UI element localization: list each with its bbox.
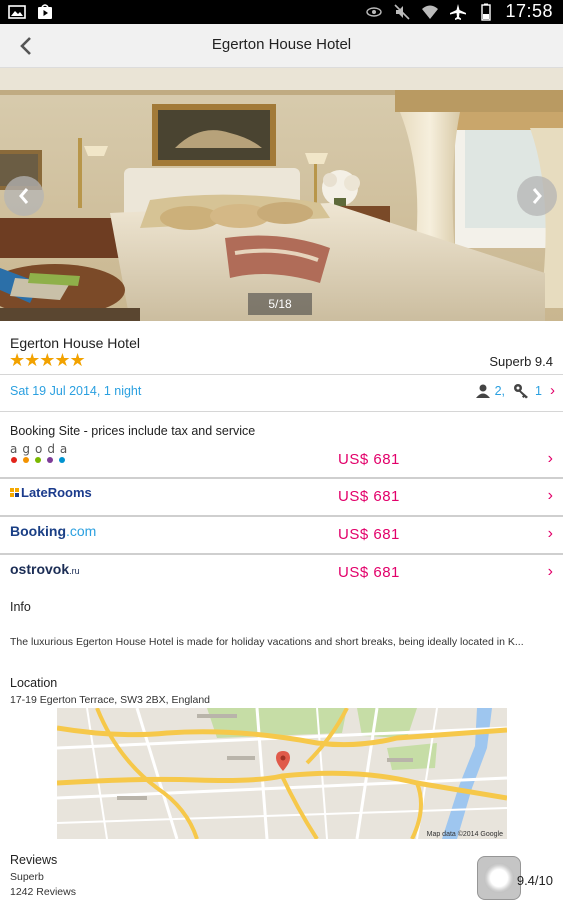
airplane-icon — [450, 3, 467, 20]
review-score: 9.4/10 — [516, 873, 553, 888]
date-text: Sat 19 Jul 2014, 1 night — [10, 384, 142, 398]
ostrovok-wordmark-suffix: .ru — [69, 566, 80, 576]
battery-icon — [481, 3, 492, 21]
price: US$ 681 — [338, 488, 400, 505]
rating-text: Superb 9.4 — [489, 354, 553, 369]
booking-com-logo: Booking.com — [10, 523, 96, 539]
agoda-wordmark: agoda — [10, 442, 73, 456]
photo-counter: 5/18 — [248, 293, 312, 315]
person-icon — [475, 384, 490, 398]
chevron-right-icon: › — [550, 382, 555, 399]
laterooms-wordmark: LateRooms — [21, 485, 92, 500]
map-image — [57, 708, 507, 839]
ostrovok-logo: ostrovok.ru — [10, 561, 80, 577]
price: US$ 681 — [338, 451, 400, 468]
home-circle-icon — [484, 863, 514, 893]
chevron-right-icon: › — [547, 563, 553, 580]
review-count: 1242 Reviews — [10, 886, 76, 898]
info-text: The luxurious Egerton House Hotel is mad… — [10, 636, 524, 648]
agoda-dot — [11, 457, 17, 463]
booking-wordmark: Booking — [10, 523, 66, 539]
page-title: Egerton House Hotel — [211, 36, 352, 53]
action-bar: Egerton House Hotel — [0, 24, 563, 68]
room-count: 1 — [535, 383, 542, 398]
search-details-row[interactable]: Sat 19 Jul 2014, 1 night 2, 1 › — [0, 376, 563, 410]
hotel-name: Egerton House Hotel — [10, 335, 140, 351]
booking-header: Booking Site - prices include tax and se… — [10, 424, 256, 438]
agoda-dots — [11, 457, 72, 463]
price: US$ 681 — [338, 526, 400, 543]
chevron-right-icon — [532, 188, 542, 204]
agoda-dot — [23, 457, 29, 463]
star-rating: ★★★★★ — [9, 350, 86, 370]
divider — [0, 374, 563, 375]
assistive-touch-button[interactable] — [477, 856, 521, 900]
laterooms-mark-icon — [10, 488, 19, 497]
status-bar: 17:58 — [0, 0, 563, 24]
play-store-icon — [38, 4, 52, 19]
guest-count: 2, — [494, 383, 506, 398]
location-map[interactable]: Map data ©2014 Google — [57, 708, 507, 839]
price: US$ 681 — [338, 564, 400, 581]
agoda-dot — [47, 457, 53, 463]
location-label: Location — [10, 676, 58, 690]
map-attribution: Map data ©2014 Google — [426, 831, 503, 838]
wifi-icon — [422, 5, 439, 19]
reviews-label: Reviews — [10, 853, 58, 867]
agoda-dot — [35, 457, 41, 463]
chevron-left-icon — [19, 188, 29, 204]
guests-rooms: 2, 1 › — [475, 382, 555, 399]
booking-wordmark-suffix: .com — [66, 523, 97, 539]
next-photo-button[interactable] — [517, 176, 557, 216]
laterooms-logo: LateRooms — [10, 485, 92, 500]
eye-icon — [366, 6, 383, 17]
booking-site-laterooms[interactable]: LateRooms US$ 681 › — [0, 479, 563, 517]
chevron-right-icon: › — [547, 525, 553, 542]
booking-site-agoda[interactable]: agoda US$ 681 › — [0, 440, 563, 478]
divider — [0, 411, 563, 412]
agoda-logo: agoda — [10, 442, 72, 463]
review-word: Superb — [10, 871, 44, 883]
hotel-room-photo — [0, 68, 563, 321]
mute-icon — [394, 3, 411, 20]
info-label: Info — [10, 600, 31, 614]
agoda-dot — [59, 457, 65, 463]
clock: 17:58 — [505, 1, 553, 21]
address: 17-19 Egerton Terrace, SW3 2BX, England — [10, 694, 211, 706]
booking-site-booking-com[interactable]: Booking.com US$ 681 › — [0, 517, 563, 555]
image-icon — [8, 5, 26, 19]
chevron-right-icon: › — [547, 450, 553, 467]
photo-gallery[interactable]: 5/18 — [0, 68, 563, 321]
chevron-right-icon: › — [547, 487, 553, 504]
ostrovok-wordmark: ostrovok — [10, 561, 70, 577]
key-icon — [514, 383, 529, 398]
booking-site-ostrovok[interactable]: ostrovok.ru US$ 681 › — [0, 555, 563, 593]
previous-photo-button[interactable] — [4, 176, 44, 216]
